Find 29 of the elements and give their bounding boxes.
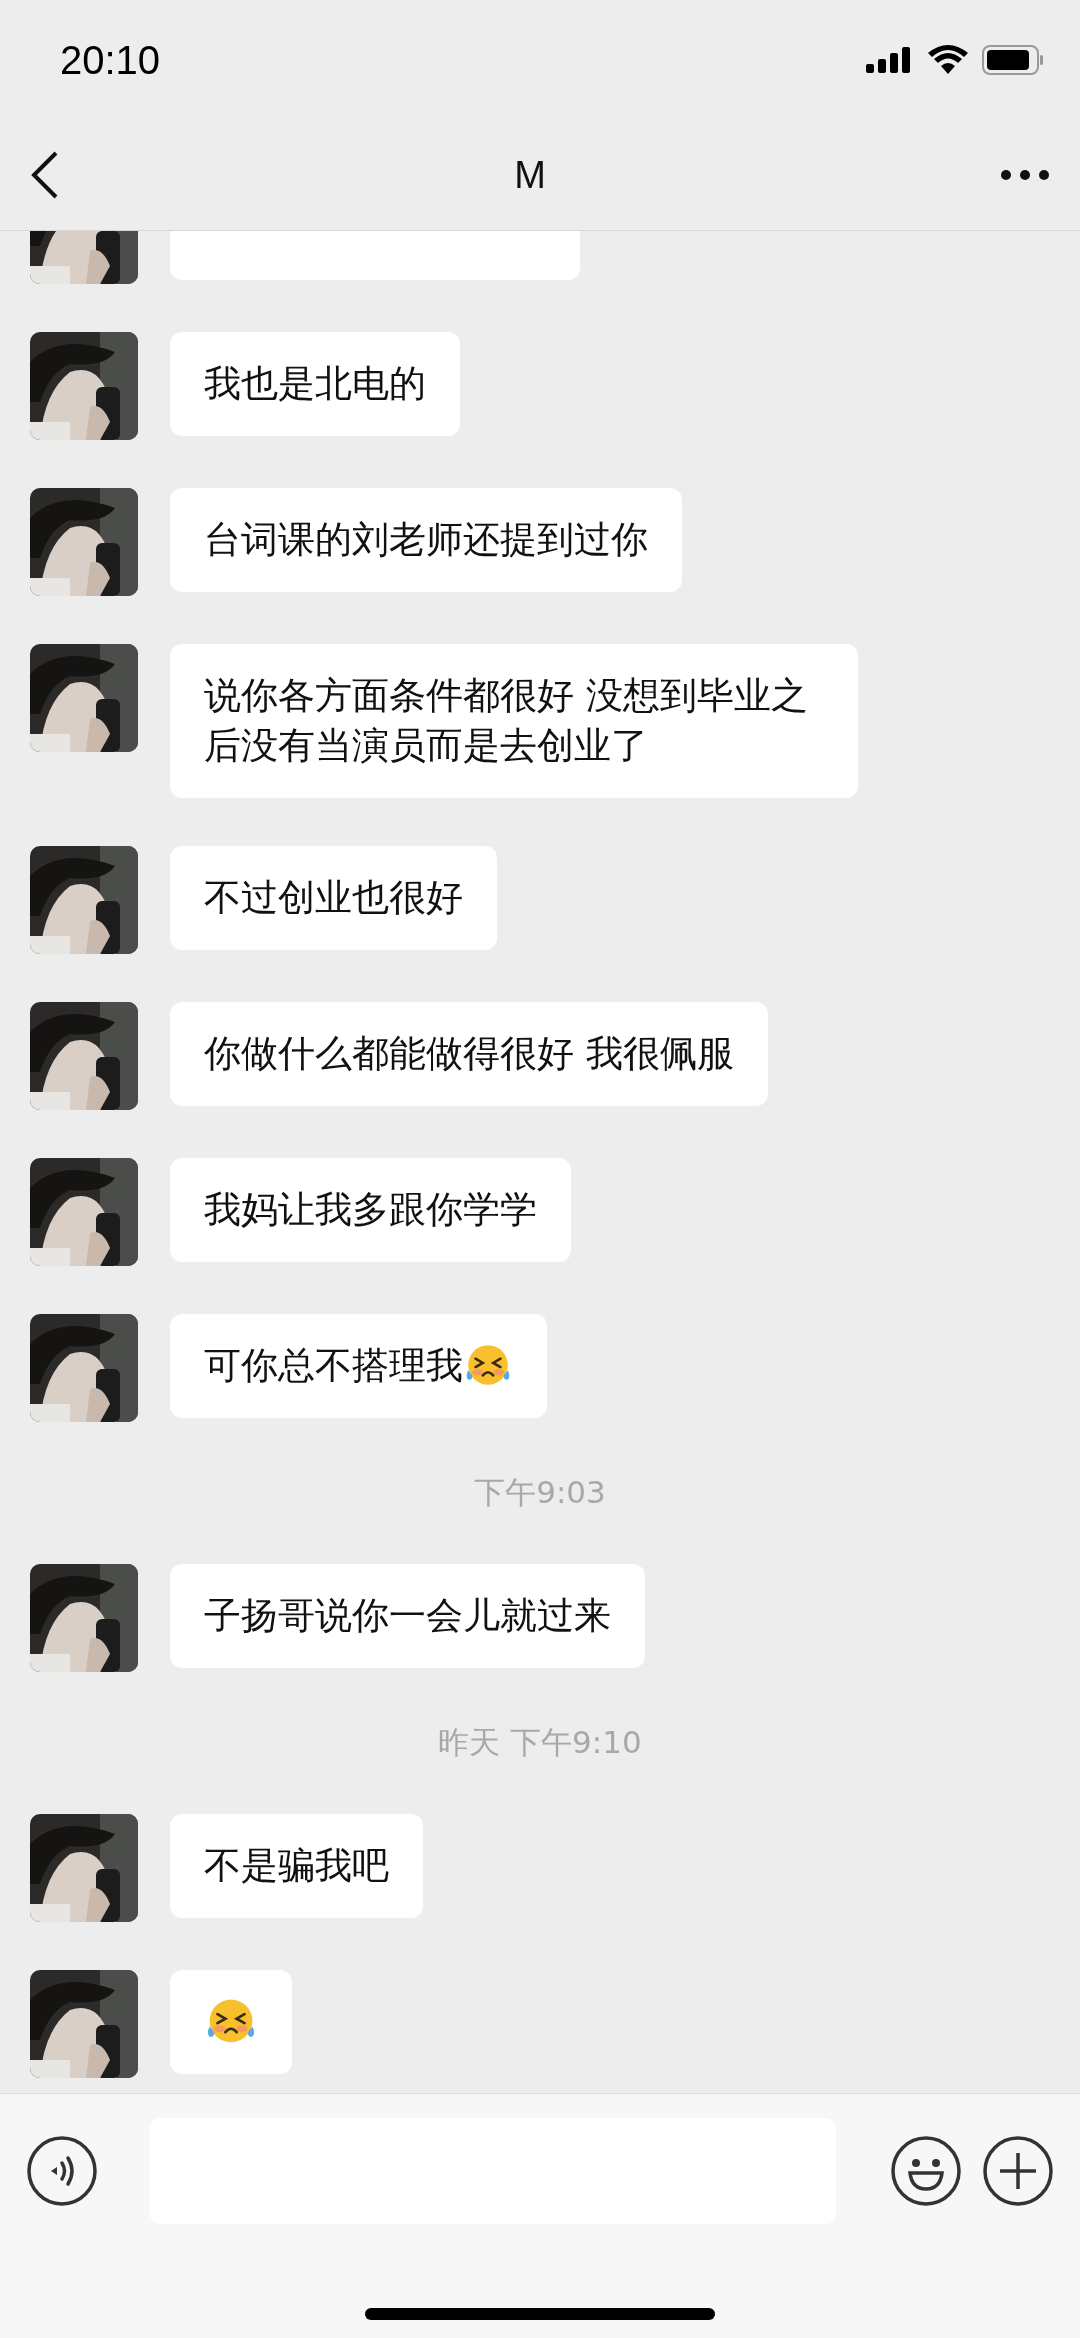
timestamp: 昨天 下午9:10 — [438, 1723, 642, 1762]
message-text: 子扬哥说你一会儿就过来 — [204, 1593, 611, 1639]
message-bubble[interactable]: 可你总不搭理我 — [170, 1314, 547, 1418]
message-text: 说你各方面条件都很好 没想到毕业之后没有当演员而是去创业了 — [204, 673, 809, 769]
wifi-icon — [928, 45, 968, 75]
message-bubble[interactable]: 子扬哥说你一会儿就过来 — [170, 1564, 645, 1668]
message-text: 台词课的刘老师还提到过你 — [204, 517, 648, 563]
message-text: 不是骗我吧 — [204, 1843, 389, 1889]
status-time: 20:10 — [60, 37, 161, 83]
plus-icon[interactable] — [982, 2135, 1054, 2207]
chat-title: M — [514, 153, 546, 197]
more-icon[interactable] — [1000, 169, 1050, 181]
message-bubble[interactable]: 你做什么都能做得很好 我很佩服 — [170, 1002, 768, 1106]
voice-icon[interactable] — [26, 2135, 98, 2207]
battery-icon — [982, 45, 1044, 75]
message-text: 不过创业也很好 — [204, 875, 463, 921]
back-icon[interactable] — [30, 151, 60, 199]
message-bubble[interactable]: 不是骗我吧 — [170, 1814, 423, 1918]
smiley-icon[interactable] — [890, 2135, 962, 2207]
message-bubble[interactable]: 我也是北电的 — [170, 332, 460, 436]
message-bubble[interactable]: 说你各方面条件都很好 没想到毕业之后没有当演员而是去创业了 — [170, 644, 858, 798]
message-bubble[interactable]: 我妈让我多跟你学学 — [170, 1158, 571, 1262]
message-text: 我也是北电的 — [204, 361, 426, 407]
message-text: 我妈让我多跟你学学 — [204, 1187, 537, 1233]
message-bubble[interactable]: 不过创业也很好 — [170, 846, 497, 950]
message-bubble[interactable]: 台词课的刘老师还提到过你 — [170, 488, 682, 592]
timestamp: 下午9:03 — [474, 1473, 606, 1512]
message-text: 你做什么都能做得很好 我很佩服 — [204, 1031, 734, 1077]
message-text: 可你总不搭理我 — [204, 1343, 463, 1389]
